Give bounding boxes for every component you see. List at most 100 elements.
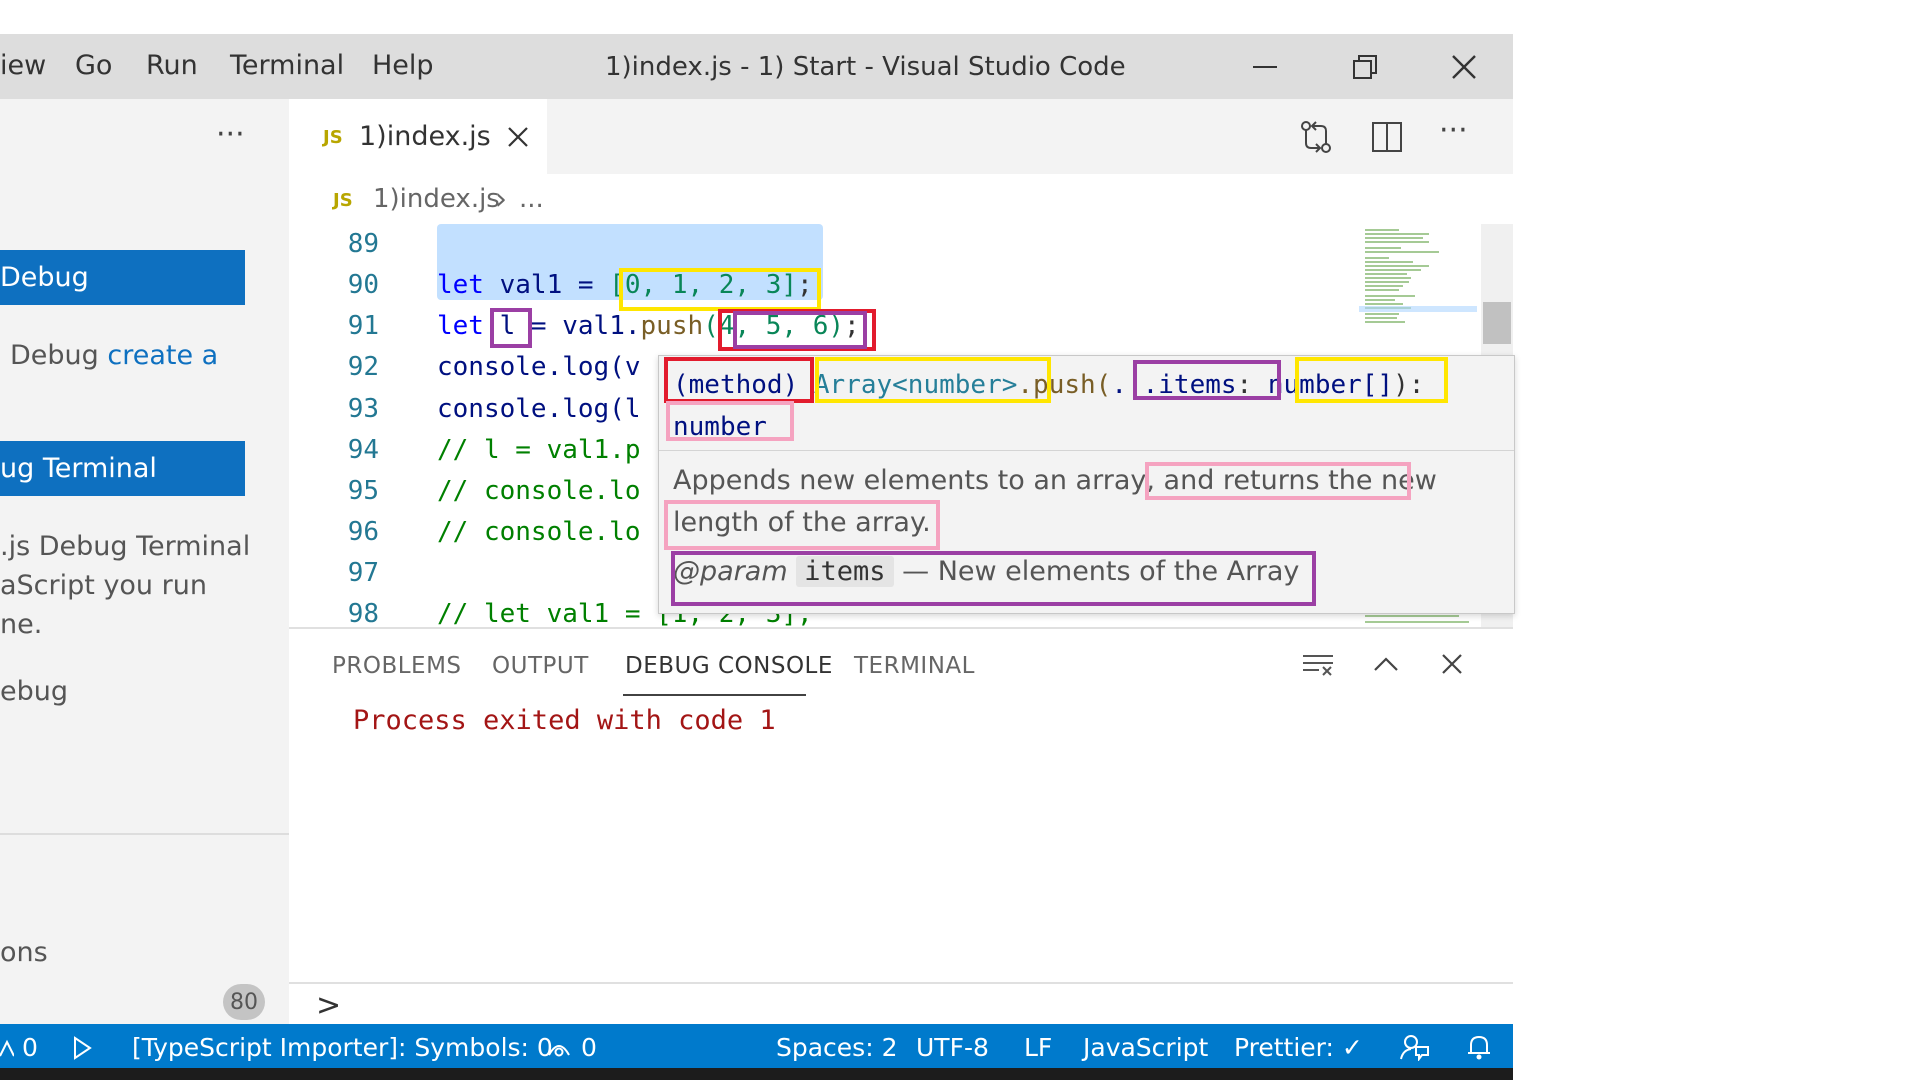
js-file-icon: JS <box>333 190 353 211</box>
tab-problems[interactable]: PROBLEMS <box>332 653 462 679</box>
js-file-icon: JS <box>323 127 343 148</box>
code-text: = val1. <box>515 311 641 341</box>
typescript-importer-status[interactable]: [TypeScript Importer]: Symbols: 0 <box>132 1033 553 1062</box>
code-text: ; <box>844 311 860 341</box>
tab-index-js[interactable]: JS 1)index.js <box>289 99 547 174</box>
restore-icon <box>1353 55 1377 79</box>
breadcrumb-file[interactable]: 1)index.js <box>373 184 500 214</box>
notifications-button[interactable] <box>1466 1033 1492 1063</box>
debug-terminal-button[interactable]: ug Terminal <box>0 441 245 496</box>
warnings-status[interactable]: 0 <box>0 1033 38 1062</box>
tab-terminal[interactable]: TERMINAL <box>854 653 975 679</box>
param-description: — New elements of the Array <box>902 556 1300 587</box>
doc-text: length of the array. <box>673 507 931 538</box>
debug-button-label: Debug <box>0 262 89 293</box>
signature-push: .push( <box>1017 370 1112 400</box>
line-number: 91 <box>347 311 379 341</box>
console-output: Process exited with code 1 <box>353 705 776 736</box>
window-title: 1)index.js - 1) Start - Visual Studio Co… <box>605 52 1126 82</box>
push-call: push <box>640 311 704 341</box>
split-editor-icon <box>1372 122 1402 152</box>
code-line-90: let val1 = [0, 1, 2, 3]; <box>437 270 813 300</box>
push-arguments: (4, 5, 6) <box>703 311 845 341</box>
tab-debug-console[interactable]: DEBUG CONSOLE <box>625 653 833 679</box>
code-line-93: console.log(l <box>437 394 641 424</box>
menu-terminal[interactable]: Terminal <box>230 50 344 81</box>
menu-help[interactable]: Help <box>372 50 434 81</box>
param-tag: @param <box>673 556 788 587</box>
split-editor-button[interactable] <box>1371 121 1403 157</box>
code-line-91: let l = val1.push(4, 5, 6); <box>437 311 860 341</box>
keyword-let: let <box>437 311 484 341</box>
maximize-panel-button[interactable] <box>1373 655 1399 677</box>
signature-return-type: number <box>673 412 767 442</box>
close-panel-button[interactable] <box>1441 653 1463 679</box>
close-icon <box>1442 654 1462 674</box>
line-number: 92 <box>347 352 379 382</box>
close-window-button[interactable] <box>1439 42 1489 92</box>
prettier-status[interactable]: Prettier: ✓ <box>1234 1033 1363 1062</box>
method-signature: (method) Array<number>.push(...items: nu… <box>673 364 1424 448</box>
code-line-96: // console.lo <box>437 517 641 547</box>
minimize-button[interactable] <box>1240 42 1290 92</box>
sidebar-more-icon[interactable]: ··· <box>216 117 245 152</box>
console-input-prompt[interactable]: > <box>316 988 341 1023</box>
watch-count: 0 <box>580 1033 597 1062</box>
restore-button[interactable] <box>1340 42 1390 92</box>
array-literal: [0, 1, 2, 3] <box>609 270 798 300</box>
sidebar-section-label[interactable]: ons <box>0 937 48 968</box>
line-number: 97 <box>347 558 379 588</box>
editor-more-icon[interactable]: ··· <box>1439 113 1468 148</box>
hover-separator <box>659 450 1514 451</box>
code-line-95: // console.lo <box>437 476 641 506</box>
minimize-icon <box>1253 66 1277 68</box>
clear-console-button[interactable] <box>1301 653 1335 681</box>
tab-label: 1)index.js <box>359 121 491 152</box>
breadcrumb-more[interactable]: ... <box>519 184 544 214</box>
warnings-count: 0 <box>21 1033 38 1062</box>
warning-icon <box>0 1039 15 1057</box>
close-tab-icon[interactable] <box>507 126 529 148</box>
line-number: 95 <box>347 476 379 506</box>
watch-status[interactable]: 0 <box>545 1033 597 1062</box>
editor-scroll-thumb[interactable] <box>1483 302 1511 344</box>
encoding-status[interactable]: UTF-8 <box>916 1033 989 1062</box>
sidebar-divider <box>0 833 289 835</box>
menu-run[interactable]: Run <box>146 50 198 81</box>
param-name: items <box>796 556 894 587</box>
indentation-status[interactable]: Spaces: 2 <box>776 1033 897 1062</box>
code-line-92: console.log(v <box>437 352 641 382</box>
compare-changes-button[interactable] <box>1299 119 1333 159</box>
console-input-divider <box>289 982 1513 984</box>
eol-status[interactable]: LF <box>1024 1033 1052 1062</box>
code-text: ; <box>797 270 813 300</box>
signature-colon: : <box>1236 370 1253 400</box>
play-icon <box>74 1036 92 1060</box>
language-status[interactable]: JavaScript <box>1083 1033 1208 1062</box>
hover-tooltip: (method) Array<number>.push(...items: nu… <box>658 355 1515 614</box>
close-icon <box>1452 55 1476 79</box>
keyword-let: let <box>437 270 484 300</box>
code-text: val1 = <box>483 270 610 300</box>
feedback-button[interactable] <box>1400 1033 1430 1063</box>
menu-go[interactable]: Go <box>75 50 112 81</box>
signature-param-type: number[] <box>1267 370 1394 400</box>
line-number: 90 <box>347 270 379 300</box>
broadcast-icon <box>548 1045 570 1057</box>
variable-l: l <box>483 311 516 341</box>
run-debug-status[interactable] <box>72 1033 92 1062</box>
sidebar-text-line: .js Debug Terminal <box>0 531 251 562</box>
signature-method: (method) <box>673 370 799 400</box>
create-link[interactable]: create a <box>107 340 218 371</box>
signature-param: ...items <box>1111 370 1237 400</box>
tab-output[interactable]: OUTPUT <box>492 653 589 679</box>
menu-view[interactable]: iew <box>0 50 46 81</box>
debug-button[interactable]: Debug <box>0 250 245 305</box>
sidebar-badge: 80 <box>223 984 265 1020</box>
hover-param-doc: @param items — New elements of the Array <box>673 556 1299 587</box>
compare-icon <box>1301 121 1331 153</box>
debug-terminal-button-label: ug Terminal <box>0 453 157 484</box>
sidebar-text-line: aScript you run <box>0 570 207 601</box>
signature-close: ): <box>1393 370 1425 400</box>
clear-console-icon <box>1303 655 1333 676</box>
